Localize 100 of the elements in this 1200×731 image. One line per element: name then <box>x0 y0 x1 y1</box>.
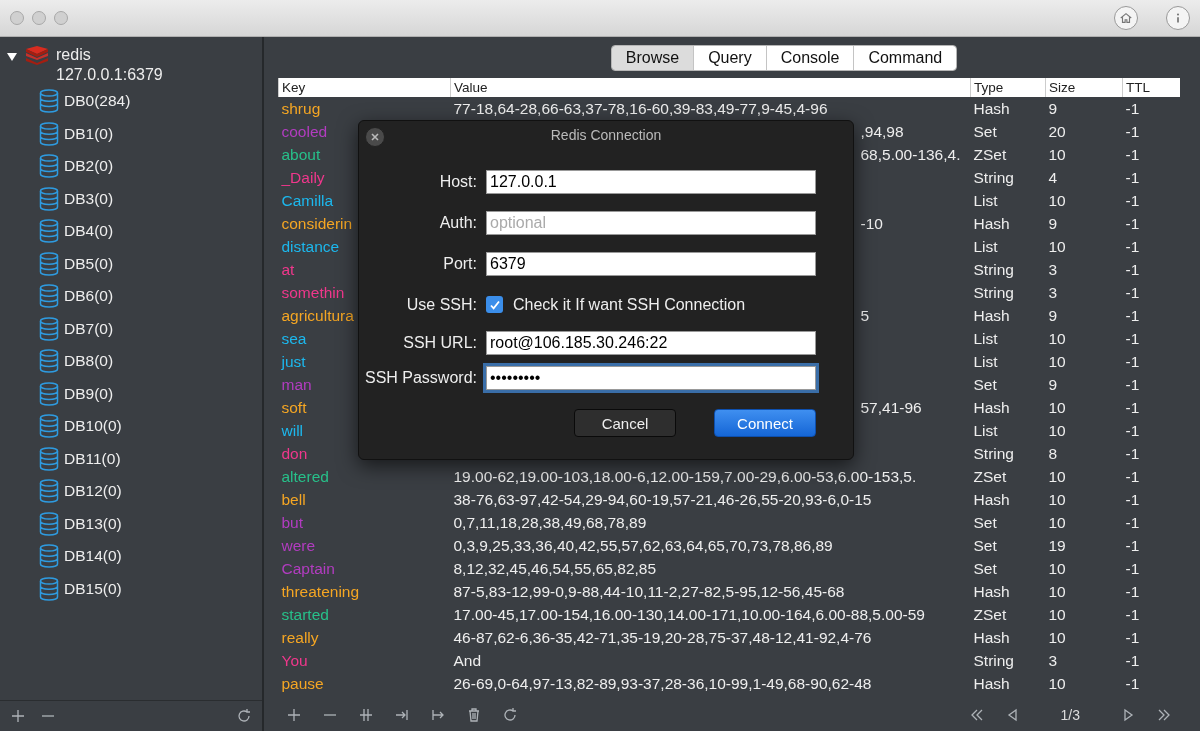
column-header[interactable]: Value <box>450 78 971 97</box>
database-item[interactable]: DB1(0) <box>64 124 114 143</box>
type-cell: Hash <box>973 674 1010 692</box>
value-cell: 57,41-96 <box>860 398 922 416</box>
size-cell: 10 <box>1048 582 1066 600</box>
ttl-cell: -1 <box>1125 99 1140 117</box>
type-cell: ZSet <box>973 145 1007 163</box>
type-cell: Set <box>973 536 997 554</box>
ttl-cell: -1 <box>1125 490 1140 508</box>
size-cell: 19 <box>1048 536 1066 554</box>
size-cell: 8 <box>1048 444 1058 462</box>
value-cell: 17.00-45,17.00-154,16.00-130,14.00-171,10.00-164,6.00-88,5.00-59 <box>453 605 925 623</box>
add-icon[interactable] <box>286 707 302 723</box>
database-item[interactable]: DB12(0) <box>64 482 122 501</box>
text-field[interactable]: optional <box>486 210 816 235</box>
database-item[interactable]: DB10(0) <box>64 417 122 436</box>
ttl-cell: -1 <box>1125 467 1140 485</box>
type-cell: Set <box>973 513 997 531</box>
arrow-from-bar-icon[interactable] <box>430 707 446 723</box>
trash-icon[interactable] <box>466 707 482 723</box>
column-header[interactable]: Key <box>278 78 451 97</box>
text-field[interactable]: root@106.185.30.246:22 <box>486 330 816 355</box>
type-cell: Hash <box>973 398 1010 416</box>
last-page-icon[interactable] <box>1156 707 1172 723</box>
database-item[interactable]: DB14(0) <box>64 547 122 566</box>
key-cell: _Daily <box>281 168 325 186</box>
view-tab[interactable]: Console <box>765 46 854 70</box>
size-cell: 3 <box>1048 283 1058 301</box>
database-icon <box>38 446 60 471</box>
database-item[interactable]: DB7(0) <box>64 319 114 338</box>
key-cell: agricultura <box>281 306 354 324</box>
ttl-cell: -1 <box>1125 145 1140 163</box>
key-cell: pause <box>281 674 324 692</box>
key-cell: You <box>281 651 308 669</box>
close-icon <box>371 133 379 141</box>
value-cell: -10 <box>860 214 883 232</box>
database-item[interactable]: DB13(0) <box>64 514 122 533</box>
home-button[interactable] <box>1114 6 1138 30</box>
expand-arrow-icon[interactable] <box>6 51 18 63</box>
view-tab[interactable]: Command <box>853 46 957 70</box>
database-item[interactable]: DB9(0) <box>64 384 114 403</box>
key-cell: bell <box>281 490 306 508</box>
add-icon[interactable] <box>10 708 26 724</box>
type-cell: Hash <box>973 306 1010 324</box>
database-item[interactable]: DB8(0) <box>64 352 114 371</box>
size-cell: 10 <box>1048 145 1066 163</box>
ttl-cell: -1 <box>1125 651 1140 669</box>
type-cell: List <box>973 352 998 370</box>
refresh-icon[interactable] <box>236 708 252 724</box>
cancel-button[interactable]: Cancel <box>574 409 676 437</box>
database-item[interactable]: DB11(0) <box>64 449 121 468</box>
field-label: Port: <box>442 254 477 273</box>
type-cell: Set <box>973 122 997 140</box>
database-icon <box>38 121 60 146</box>
refresh-icon[interactable] <box>502 707 518 723</box>
ttl-cell: -1 <box>1125 214 1140 232</box>
column-header[interactable]: Size <box>1045 78 1123 97</box>
value-cell: 38-76,63-97,42-54,29-94,60-19,57-21,46-26,55-20,93-6,0-15 <box>453 490 872 508</box>
text-field[interactable]: 6379 <box>486 251 816 276</box>
close-button[interactable] <box>365 127 385 147</box>
type-cell: Hash <box>973 214 1010 232</box>
ttl-cell: -1 <box>1125 329 1140 347</box>
size-cell: 9 <box>1048 214 1058 232</box>
column-header[interactable]: TTL <box>1122 78 1180 97</box>
checkbox-label: Check it If want SSH Connection <box>513 295 746 314</box>
field-label: SSH Password: <box>363 368 477 387</box>
connect-button[interactable]: Connect <box>714 409 816 437</box>
database-item[interactable]: DB0(284) <box>64 92 131 111</box>
size-cell: 10 <box>1048 352 1066 370</box>
view-tab[interactable]: Query <box>693 46 766 70</box>
key-cell: sea <box>281 329 307 347</box>
database-item[interactable]: DB5(0) <box>64 254 114 273</box>
type-cell: Hash <box>973 582 1010 600</box>
database-item[interactable]: DB3(0) <box>64 189 114 208</box>
password-field[interactable]: ••••••••• <box>486 365 816 390</box>
database-item[interactable]: DB2(0) <box>64 157 114 176</box>
ttl-cell: -1 <box>1125 398 1140 416</box>
database-icon <box>38 414 60 439</box>
key-cell: just <box>281 352 306 370</box>
column-header[interactable]: Type <box>970 78 1046 97</box>
size-cell: 4 <box>1048 168 1058 186</box>
size-cell: 9 <box>1048 375 1058 393</box>
grid-lines-icon[interactable] <box>358 707 374 723</box>
text-field[interactable]: 127.0.0.1 <box>486 169 816 194</box>
size-cell: 10 <box>1048 421 1066 439</box>
database-item[interactable]: DB6(0) <box>64 287 114 306</box>
database-item[interactable]: DB4(0) <box>64 222 114 241</box>
view-tab[interactable]: Browse <box>611 46 694 70</box>
value-cell: 87-5,83-12,99-0,9-88,44-10,11-2,27-82,5-95,12-56,45-68 <box>453 582 845 600</box>
key-cell: soft <box>281 398 307 416</box>
checkbox[interactable] <box>486 296 503 313</box>
database-item[interactable]: DB15(0) <box>64 579 122 598</box>
value-cell: 77-18,64-28,66-63,37-78,16-60,39-83,49-77,9-45,4-96 <box>453 99 828 117</box>
ttl-cell: -1 <box>1125 421 1140 439</box>
key-cell: shrug <box>281 99 321 117</box>
server-name[interactable]: redis <box>56 45 163 65</box>
ttl-cell: -1 <box>1125 191 1140 209</box>
ttl-cell: -1 <box>1125 352 1140 370</box>
field-label: Auth: <box>438 213 477 232</box>
arrow-to-bar-icon[interactable] <box>394 707 410 723</box>
